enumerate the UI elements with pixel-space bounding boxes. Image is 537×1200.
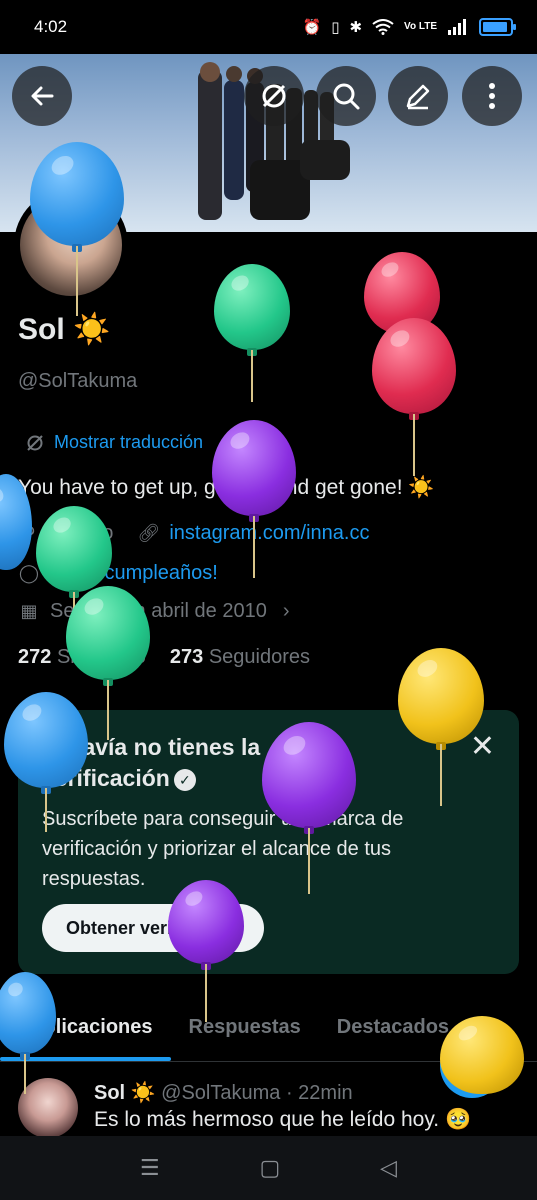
battery-icon [479,18,516,36]
alarm-icon: ⏰ [302,19,322,36]
status-bar: 4:02 ⏰ ▯ ✱ Vo LTE [0,0,537,54]
more-vertical-icon [489,83,495,109]
search-icon [333,83,360,110]
tweet-handle: @SolTakuma [161,1082,281,1104]
following-count: 272 [18,646,52,668]
profile-bio: You have to get up, get out and get gone… [18,476,435,499]
tweet-header: Sol ☀️ @SolTakuma · 22min [94,1082,353,1104]
system-nav-bar: ☰ ▢ ◁ [0,1136,537,1200]
location-pin-icon: ⚲ [22,523,36,543]
following-link[interactable]: 272 Siguiendo [18,646,146,669]
link-icon: 🔗︎ [137,523,161,543]
balloon-decoration [214,264,290,402]
show-translation-label: Mostrar traducción [54,432,204,452]
edit-button[interactable] [388,66,448,126]
followers-count: 273 [169,646,204,668]
profile-meta-joined[interactable]: ▦ Se unió en abril de 2010 › [18,600,290,623]
search-button[interactable] [316,66,376,126]
followers-link[interactable]: 273 Seguidores [170,646,310,669]
show-translation-link[interactable]: Mostrar traducción [26,432,203,453]
profile-website-link[interactable]: instagram.com/inna.cc [169,522,369,545]
profile-meta-birthday: ◯ ¡Feliz cumpleaños! [18,562,218,585]
compose-button[interactable]: + [440,1034,504,1098]
tab-replies[interactable]: Respuestas [171,1004,319,1061]
close-icon[interactable]: ✕ [470,732,495,762]
profile-name: Sol ☀️ [18,313,111,346]
translate-icon [262,84,286,108]
wifi-icon [372,19,394,35]
verification-title-text: Todavía no tienes la verificación [42,734,261,791]
translate-profile-button[interactable] [244,66,304,126]
plus-icon: + [461,1045,483,1086]
translate-icon [27,434,43,451]
profile-avatar[interactable] [14,188,128,302]
tab-posts[interactable]: Publicaciones [0,1004,171,1061]
back-arrow-icon [31,86,54,106]
tweet-avatar[interactable] [18,1078,78,1138]
follow-stats: 272 Siguiendo 273 Seguidores [18,646,310,669]
balloon-decoration [364,252,440,392]
tweet-time: 22min [298,1082,353,1104]
verification-prompt-card: Todavía no tienes la verificación ✓ Suscr… [18,710,519,974]
avatar-image [20,194,122,296]
followers-label: Seguidores [208,646,311,668]
following-label: Siguiendo [56,646,146,668]
profile-handle: @SolTakuma [18,370,138,392]
home-icon[interactable]: ▢ [260,1155,281,1181]
get-verified-button[interactable]: Obtener verificación [42,904,265,952]
volte-indicator: Vo LTE [404,21,437,32]
signal-icon [448,19,466,35]
recents-icon[interactable]: ☰ [140,1155,160,1181]
birthday-text: ¡Feliz cumpleaños! [50,562,218,584]
bluetooth-icon: ✱ [349,19,363,36]
calendar-icon: ▦ [20,601,38,621]
balloon-icon: ◯ [18,563,40,583]
tweet-author: Sol ☀️ [94,1082,156,1104]
vibrate-icon: ▯ [331,19,340,36]
status-time: 4:02 [34,17,68,36]
profile-meta-location-website: ⚲ México 🔗︎ instagram.com/inna.cc [18,522,369,545]
more-button[interactable] [462,66,522,126]
verification-description: Suscríbete para conseguir una marca de v… [42,808,404,890]
chevron-right-icon: › [282,600,290,622]
balloon-decoration [212,420,296,578]
edit-icon [406,84,430,110]
verified-badge-icon: ✓ [173,768,196,791]
status-icons: ⏰ ▯ ✱ Vo LTE [302,18,516,36]
system-back-icon[interactable]: ◁ [380,1155,397,1181]
tweet-text: Es lo más hermoso que he leído hoy. 🥹 [94,1108,472,1131]
balloon-decoration [372,318,456,476]
joined-date: Se unió en abril de 2010 [50,600,267,622]
back-button[interactable] [12,66,72,126]
profile-location: México [50,522,114,544]
verification-title: Todavía no tienes la verificación ✓ [42,732,372,794]
